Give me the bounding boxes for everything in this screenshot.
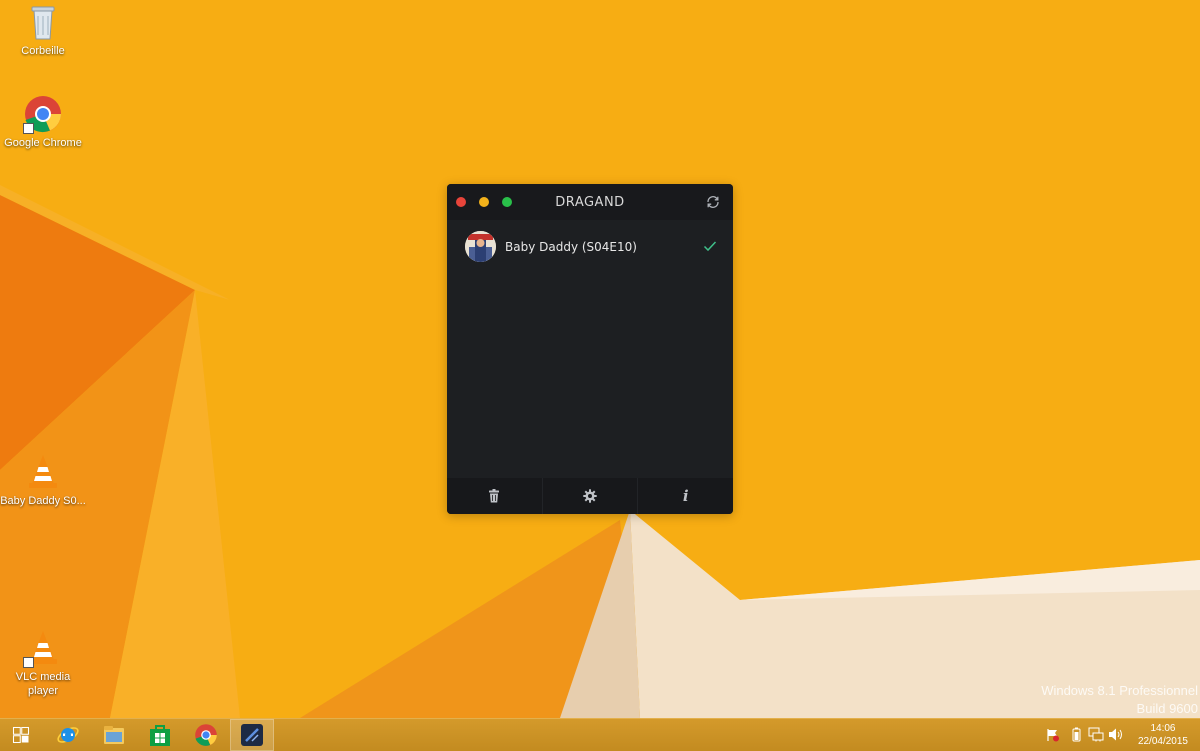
recycle-bin-icon — [23, 2, 63, 42]
shortcut-arrow-icon — [23, 123, 34, 134]
taskbar-store[interactable] — [138, 719, 182, 751]
refresh-icon[interactable] — [705, 194, 721, 210]
taskbar-chrome[interactable] — [184, 719, 228, 751]
watermark-build: Build 9600 — [1136, 701, 1198, 716]
desktop-icon-label: VLC media player — [15, 671, 71, 697]
file-explorer-icon — [104, 726, 124, 744]
window-title: DRAGAND — [555, 195, 625, 210]
battery-icon[interactable] — [1072, 727, 1081, 742]
chrome-icon — [195, 724, 217, 746]
volume-icon[interactable] — [1108, 727, 1124, 742]
dragand-titlebar[interactable]: DRAGAND — [447, 184, 733, 220]
check-icon — [703, 241, 717, 252]
dragand-footer: i — [447, 478, 733, 514]
list-item[interactable]: Baby Daddy (S04E10) — [447, 228, 733, 268]
info-icon: i — [682, 487, 689, 505]
watermark-edition: Windows 8.1 Professionnel — [1041, 683, 1198, 698]
shortcut-arrow-icon — [23, 657, 34, 668]
taskbar-file-explorer[interactable] — [92, 719, 136, 751]
desktop-icon-baby-daddy-file[interactable]: Baby Daddy S0... — [0, 452, 86, 508]
desktop-icon-label: Corbeille — [21, 45, 65, 57]
trash-icon — [489, 489, 500, 503]
vlc-file-icon — [23, 452, 63, 492]
start-button[interactable] — [0, 719, 42, 751]
clock[interactable]: 14:06 22/04/2015 — [1138, 722, 1188, 748]
taskbar-internet-explorer[interactable] — [46, 719, 90, 751]
item-title: Baby Daddy (S04E10) — [505, 240, 637, 254]
taskbar: 14:06 22/04/2015 — [0, 718, 1200, 751]
desktop-icon-label: Google Chrome — [4, 137, 82, 149]
system-tray — [1042, 719, 1124, 751]
windows-watermark: Windows 8.1 Professionnel Build 9600 — [1041, 682, 1198, 718]
chrome-icon — [23, 94, 63, 134]
taskbar-dragand[interactable] — [230, 719, 274, 751]
gear-icon — [583, 489, 597, 503]
settings-button[interactable] — [543, 478, 639, 514]
store-icon — [150, 725, 170, 746]
delete-button[interactable] — [447, 478, 543, 514]
start-icon — [12, 726, 30, 744]
internet-explorer-icon — [57, 727, 79, 743]
action-center-icon[interactable] — [1046, 728, 1060, 742]
show-thumbnail — [465, 231, 496, 262]
desktop-icon-google-chrome[interactable]: Google Chrome — [0, 94, 86, 150]
clock-date: 22/04/2015 — [1137, 736, 1188, 747]
vlc-icon — [23, 628, 63, 668]
desktop-icon-vlc[interactable]: VLC media player — [0, 628, 86, 698]
desktop-icon-recycle-bin[interactable]: Corbeille — [0, 2, 86, 58]
clock-time: 14:06 — [1150, 723, 1176, 734]
desktop: Corbeille Google Chrome Baby Daddy S0... — [0, 0, 1200, 718]
dragand-icon — [241, 724, 263, 746]
desktop-icon-label: Baby Daddy S0... — [0, 495, 86, 507]
info-button[interactable]: i — [638, 478, 733, 514]
dragand-window: DRAGAND Baby Daddy (S04E10) i — [447, 184, 733, 514]
network-icon[interactable] — [1088, 727, 1104, 742]
